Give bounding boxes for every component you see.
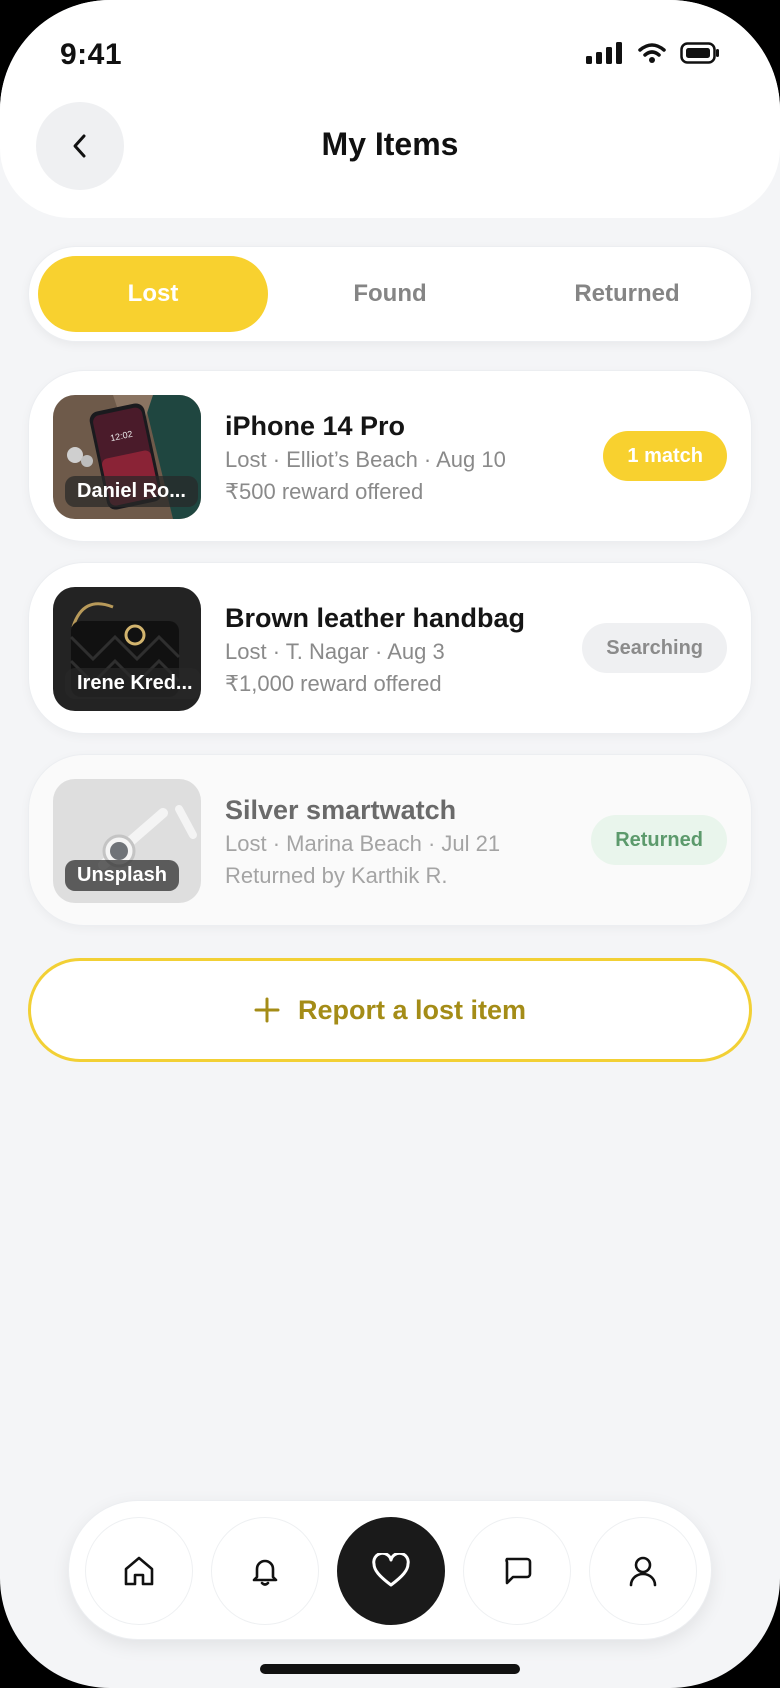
nav-home-button[interactable] xyxy=(85,1517,193,1625)
cellular-signal-icon xyxy=(586,42,622,64)
photo-credit: Daniel Ro... xyxy=(65,476,198,507)
status-badge: Searching xyxy=(582,623,727,673)
tab-bar: Lost Found Returned xyxy=(28,246,752,342)
item-title: iPhone 14 Pro xyxy=(225,411,406,441)
tab-returned[interactable]: Returned xyxy=(512,256,742,332)
plus-icon xyxy=(254,997,280,1023)
page-title: My Items xyxy=(321,126,459,162)
item-photo: 12:02 Daniel Ro... xyxy=(53,395,201,519)
match-badge[interactable]: 1 match xyxy=(603,431,727,481)
photo-credit: Irene Kred... xyxy=(65,668,201,699)
item-title: Brown leather handbag xyxy=(225,603,526,633)
item-reward: ₹500 reward offered xyxy=(225,479,424,504)
profile-icon xyxy=(629,1556,657,1587)
home-indicator xyxy=(260,1664,520,1674)
item-card-smartwatch[interactable]: Unsplash Silver smartwatch Lost · Marina… xyxy=(28,754,752,926)
chat-icon xyxy=(505,1557,532,1585)
item-card-handbag[interactable]: Irene Kred... Brown leather handbag Lost… xyxy=(28,562,752,734)
item-meta: Lost · Elliot’s Beach · Aug 10 xyxy=(225,447,506,472)
status-time: 9:41 xyxy=(60,38,123,71)
report-lost-item-button[interactable]: Report a lost item xyxy=(28,958,752,1062)
status-badge: Returned xyxy=(591,815,727,865)
header: 9:41 My Items xyxy=(0,0,780,218)
item-meta: Lost · T. Nagar · Aug 3 xyxy=(225,639,445,664)
tab-lost[interactable]: Lost xyxy=(38,256,268,332)
item-photo: Irene Kred... xyxy=(53,587,201,711)
nav-profile-button[interactable] xyxy=(589,1517,697,1625)
heart-icon xyxy=(372,1553,410,1587)
bell-icon xyxy=(252,1559,278,1586)
status-icons xyxy=(586,42,720,64)
item-card-iphone[interactable]: 12:02 Daniel Ro... iPhone 14 Pro Lost · … xyxy=(28,370,752,542)
item-title: Silver smartwatch xyxy=(225,795,457,825)
phone-screen: 9:41 My Items Lost Found Returned 12:02 … xyxy=(0,0,780,1688)
battery-icon xyxy=(680,42,719,64)
report-button-label: Report a lost item xyxy=(297,994,527,1025)
bottom-nav xyxy=(68,1500,712,1640)
item-meta: Lost · Marina Beach · Jul 21 xyxy=(225,831,501,856)
photo-credit: Unsplash xyxy=(65,860,180,891)
nav-notifications-button[interactable] xyxy=(211,1517,319,1625)
nav-messages-button[interactable] xyxy=(463,1517,571,1625)
home-icon xyxy=(124,1556,154,1586)
tab-found[interactable]: Found xyxy=(275,256,505,332)
item-returned-by: Returned by Karthik R. xyxy=(225,863,448,888)
nav-saved-button[interactable] xyxy=(337,1517,445,1625)
item-reward: ₹1,000 reward offered xyxy=(225,671,442,696)
wifi-icon xyxy=(638,43,666,63)
item-photo: Unsplash xyxy=(53,779,201,903)
